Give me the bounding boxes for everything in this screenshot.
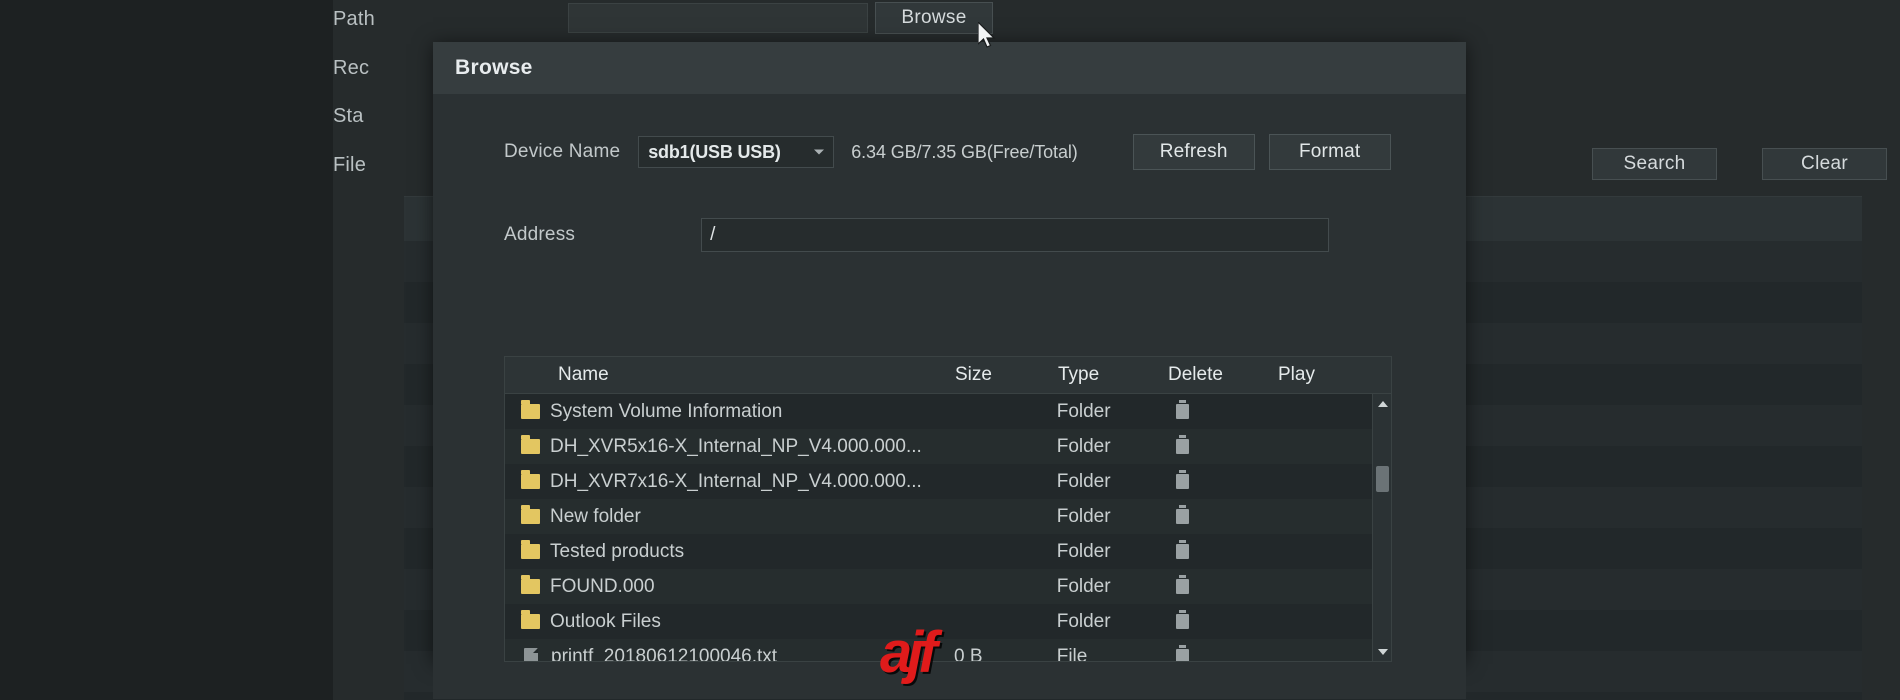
column-header-play: Play — [1278, 364, 1315, 385]
file-row[interactable]: New folder Folder — [505, 499, 1372, 534]
background-left-panel — [0, 0, 333, 700]
file-row-name-text: FOUND.000 — [550, 575, 655, 597]
trash-icon — [1176, 645, 1190, 661]
file-row-type: Folder — [1056, 400, 1111, 422]
clear-button[interactable]: Clear — [1762, 148, 1887, 180]
scroll-down-icon[interactable] — [1373, 642, 1391, 661]
file-row-size: 0 B — [953, 645, 983, 662]
trash-icon — [1176, 400, 1190, 419]
column-header-delete: Delete — [1168, 364, 1223, 385]
file-row[interactable]: FOUND.000 Folder — [505, 569, 1372, 604]
delete-button[interactable] — [1166, 505, 1276, 524]
file-row[interactable]: DH_XVR5x16-X_Internal_NP_V4.000.000... Fo… — [505, 429, 1372, 464]
delete-button[interactable] — [1166, 540, 1276, 559]
delete-button[interactable] — [1166, 610, 1276, 629]
file-row-name: Outlook Files — [505, 610, 954, 633]
delete-button[interactable] — [1166, 435, 1276, 454]
delete-button[interactable] — [1166, 645, 1276, 661]
refresh-button[interactable]: Refresh — [1132, 134, 1255, 170]
file-row-name: System Volume Information — [505, 400, 954, 423]
dialog-body: Device Name sdb1(USB USB) 6.34 GB/7.35 G… — [433, 131, 1466, 699]
format-button[interactable]: Format — [1268, 134, 1391, 170]
file-row-type: Folder — [1056, 435, 1111, 457]
device-capacity-text: 6.34 GB/7.35 GB(Free/Total) — [851, 141, 1078, 162]
folder-icon — [521, 400, 540, 419]
dialog-title: Browse — [433, 42, 1466, 94]
folder-icon — [521, 435, 540, 454]
file-row-name-text: DH_XVR7x16-X_Internal_NP_V4.000.000... — [550, 470, 922, 492]
column-header-size: Size — [955, 364, 992, 385]
browse-button[interactable]: Browse — [875, 2, 993, 34]
folder-icon — [521, 575, 540, 594]
file-row-name: printf_20180612100046.txt — [505, 645, 954, 662]
address-input[interactable]: / — [701, 218, 1330, 252]
screen: Path Rec Sta File Browse Search Clear Br… — [0, 0, 1900, 700]
delete-button[interactable] — [1166, 400, 1276, 419]
file-row[interactable]: System Volume Information Folder — [505, 394, 1372, 429]
device-select[interactable]: sdb1(USB USB) — [638, 136, 835, 168]
mouse-cursor — [978, 22, 996, 48]
trash-icon — [1176, 470, 1190, 489]
folder-icon — [521, 610, 540, 629]
device-select-value: sdb1(USB USB) — [648, 141, 781, 162]
file-row[interactable]: DH_XVR7x16-X_Internal_NP_V4.000.000... Fo… — [505, 464, 1372, 499]
trash-icon — [1176, 435, 1190, 454]
file-row-name-text: System Volume Information — [550, 400, 783, 422]
path-input[interactable] — [568, 3, 868, 33]
browse-dialog: Browse Device Name sdb1(USB USB) 6.34 GB… — [433, 42, 1466, 699]
folder-icon — [521, 470, 540, 489]
label-start: Sta — [333, 105, 364, 127]
file-row-type: Folder — [1056, 540, 1111, 562]
file-browser-panel: Name Size Type Delete Play System Volume… — [504, 356, 1392, 662]
file-row-name: FOUND.000 — [505, 575, 954, 598]
trash-icon — [1176, 540, 1190, 559]
file-row-name-text: Tested products — [550, 540, 685, 562]
scrollbar-thumb[interactable] — [1376, 466, 1389, 492]
file-row-name-text: Outlook Files — [550, 610, 661, 632]
trash-icon — [1176, 505, 1190, 524]
address-input-value: / — [710, 224, 716, 245]
file-table-header: Name Size Type Delete Play — [505, 357, 1391, 394]
label-path: Path — [333, 8, 375, 30]
scroll-up-icon[interactable] — [1373, 394, 1391, 413]
file-row-type: Folder — [1056, 575, 1111, 597]
file-table-body: System Volume Information Folder DH_XVR5x1… — [505, 394, 1391, 661]
device-name-label: Device Name — [504, 141, 621, 162]
file-row[interactable]: Outlook Files Folder — [505, 604, 1372, 639]
column-header-type: Type — [1058, 364, 1100, 385]
column-header-name: Name — [558, 364, 609, 385]
file-row-name: DH_XVR5x16-X_Internal_NP_V4.000.000... — [505, 435, 954, 458]
file-row-list: System Volume Information Folder DH_XVR5x1… — [505, 394, 1372, 661]
trash-icon — [1176, 575, 1190, 594]
address-row: Address / — [433, 218, 1466, 252]
file-row[interactable]: Tested products Folder — [505, 534, 1372, 569]
chevron-down-icon — [814, 149, 825, 155]
file-row-name: New folder — [505, 505, 954, 528]
file-row-type: Folder — [1056, 610, 1111, 632]
delete-button[interactable] — [1166, 470, 1276, 489]
label-record: Rec — [333, 57, 370, 79]
file-row[interactable]: printf_20180612100046.txt 0 B File — [505, 639, 1372, 661]
file-icon — [524, 648, 538, 661]
file-row-name: DH_XVR7x16-X_Internal_NP_V4.000.000... — [505, 470, 954, 493]
file-row-name-text: DH_XVR5x16-X_Internal_NP_V4.000.000... — [550, 435, 922, 457]
file-row-type: Folder — [1056, 505, 1111, 527]
file-row-name: Tested products — [505, 540, 954, 563]
label-file: File — [333, 154, 367, 176]
file-row-type: File — [1056, 645, 1088, 662]
file-row-name-text: printf_20180612100046.txt — [551, 645, 778, 662]
folder-icon — [521, 505, 540, 524]
trash-icon — [1176, 610, 1190, 629]
folder-icon — [521, 540, 540, 559]
device-row: Device Name sdb1(USB USB) 6.34 GB/7.35 G… — [433, 131, 1466, 173]
search-button[interactable]: Search — [1592, 148, 1717, 180]
file-list-scrollbar[interactable] — [1372, 394, 1391, 661]
address-label: Address — [504, 224, 576, 245]
file-row-type: Folder — [1056, 470, 1111, 492]
delete-button[interactable] — [1166, 575, 1276, 594]
file-row-name-text: New folder — [550, 505, 641, 527]
